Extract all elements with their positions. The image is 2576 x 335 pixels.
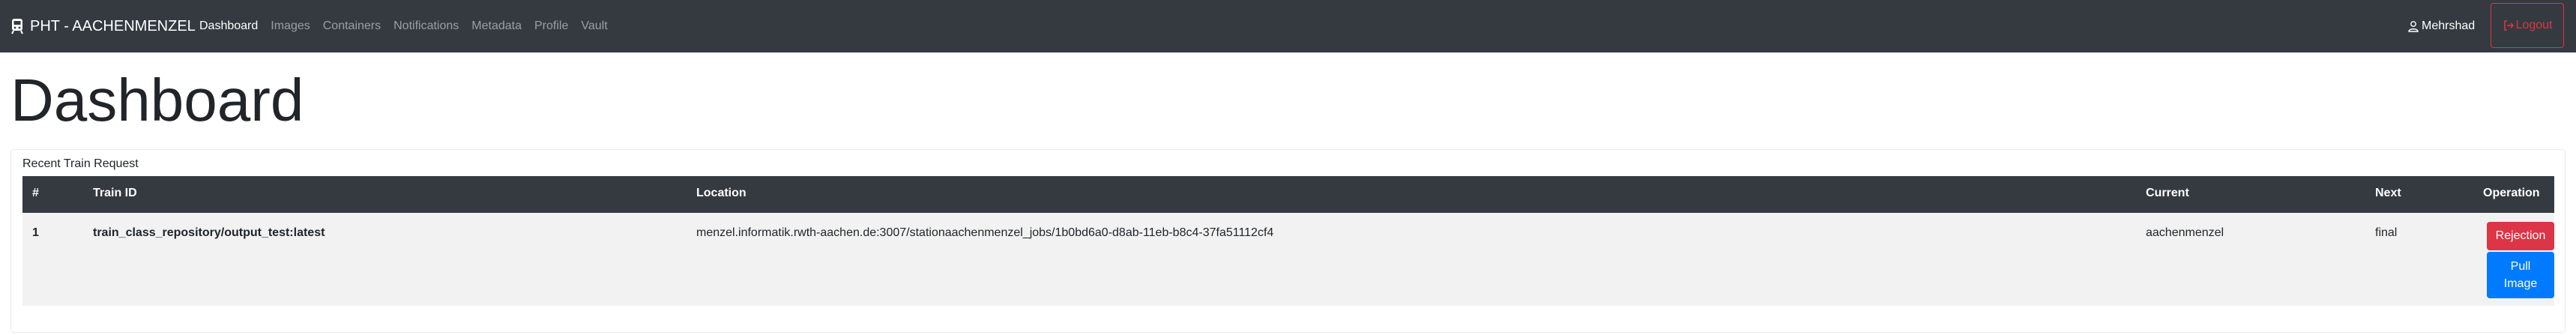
row-location: menzel.informatik.rwth-aachen.de:3007/st… — [696, 226, 1274, 239]
pull-image-button[interactable]: Pull Image — [2487, 252, 2554, 298]
nav-notifications[interactable]: Notifications — [393, 19, 459, 33]
user-menu[interactable]: Mehrshad — [2407, 0, 2475, 52]
train-icon — [11, 19, 23, 34]
navbar: PHT - AACHENMENZEL Dashboard Images Cont… — [0, 0, 2576, 52]
rejection-button[interactable]: Rejection — [2487, 222, 2554, 250]
brand[interactable]: PHT - AACHENMENZEL — [10, 0, 196, 52]
brand-label: PHT - AACHENMENZEL — [30, 17, 196, 34]
table-header: # Train ID Location Current Next Operati… — [22, 176, 2554, 213]
row-train-id: train_class_repository/output_test:lates… — [93, 226, 325, 239]
card-title: Recent Train Request — [22, 157, 139, 170]
row-current: aachenmenzel — [2146, 226, 2224, 239]
nav-profile[interactable]: Profile — [534, 19, 568, 33]
nav-dashboard[interactable]: Dashboard — [199, 19, 258, 33]
col-header-train-id: Train ID — [93, 187, 137, 199]
user-icon — [2408, 21, 2419, 32]
nav-containers[interactable]: Containers — [323, 19, 381, 33]
row-number: 1 — [32, 226, 39, 239]
logout-label: Logout — [2515, 19, 2553, 31]
nav-links: Dashboard Images Containers Notification… — [199, 0, 621, 52]
nav-vault[interactable]: Vault — [581, 19, 607, 33]
table-row: 1 train_class_repository/output_test:lat… — [22, 213, 2554, 306]
page-title: Dashboard — [10, 67, 304, 133]
sign-out-icon — [2503, 20, 2514, 31]
col-header-current: Current — [2146, 187, 2189, 199]
logout-button[interactable]: Logout — [2491, 3, 2564, 48]
col-header-number: # — [32, 187, 39, 199]
recent-train-requests-card: Recent Train Request # Train ID Location… — [10, 149, 2566, 333]
col-header-location: Location — [696, 187, 746, 199]
nav-metadata[interactable]: Metadata — [471, 19, 522, 33]
col-header-next: Next — [2375, 187, 2401, 199]
col-header-operation: Operation — [2483, 187, 2540, 199]
row-next: final — [2375, 226, 2398, 239]
user-name: Mehrshad — [2422, 19, 2476, 32]
nav-images[interactable]: Images — [271, 19, 310, 33]
